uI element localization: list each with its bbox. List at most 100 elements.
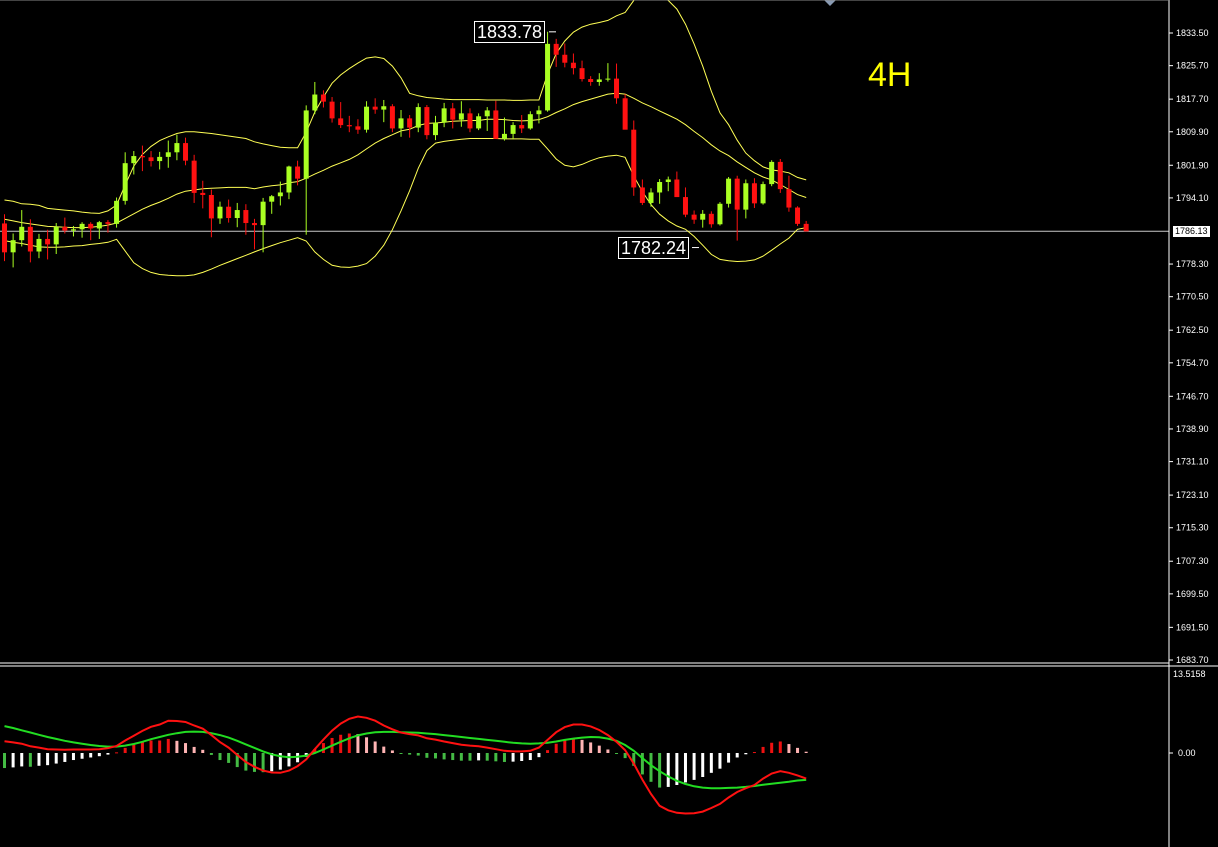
macd-histogram-bar (485, 753, 489, 761)
candle-body (165, 152, 171, 157)
macd-histogram-bar (520, 753, 524, 761)
macd-histogram-bar (347, 733, 351, 753)
candle-body (226, 206, 232, 219)
macd-histogram-bar (468, 753, 472, 761)
candle-body (269, 196, 275, 202)
macd-histogram-bar (494, 753, 498, 762)
macd-histogram-bar (623, 753, 627, 759)
price-tick-label: 1754.70 (1176, 358, 1209, 368)
candle-body (717, 203, 723, 225)
macd-histogram-bar (683, 753, 687, 783)
candle-body (183, 143, 189, 161)
candle-body (364, 106, 370, 130)
price-tick-label: 1817.70 (1176, 94, 1209, 104)
macd-histogram-bar (528, 753, 532, 761)
candle-body (622, 98, 628, 130)
macd-histogram-bar (511, 753, 515, 762)
macd-histogram-bar (744, 753, 748, 755)
candle-body (53, 226, 59, 245)
candle-body (19, 226, 25, 241)
candle-body (191, 160, 197, 193)
candle-body (96, 222, 102, 229)
candle-body (639, 187, 645, 203)
candle-body (27, 226, 33, 252)
high-price-label: 1833.78 (474, 21, 546, 43)
candle-body (467, 113, 473, 129)
macd-histogram-bar (149, 740, 153, 753)
macd-histogram-bar (46, 753, 50, 766)
candle-body (62, 226, 68, 231)
candle-body (79, 223, 85, 230)
candle-body (88, 223, 94, 229)
candle-body (510, 125, 516, 134)
macd-histogram-bar (123, 747, 127, 753)
macd-histogram-bar (796, 747, 800, 753)
candle-body (441, 108, 447, 123)
candle-body (346, 125, 352, 127)
macd-histogram-bar (3, 753, 6, 769)
macd-histogram-bar (252, 753, 256, 772)
macd-histogram-bar (554, 743, 558, 753)
macd-histogram-bar (692, 753, 696, 780)
candle-body (277, 192, 283, 197)
macd-histogram-bar (571, 738, 575, 753)
macd-histogram-bar (451, 753, 455, 761)
candle-body (243, 210, 249, 224)
candle-body (407, 118, 413, 128)
macd-histogram-bar (502, 753, 506, 762)
candle-body (114, 200, 120, 224)
candle-body (760, 184, 766, 204)
macd-histogram-bar (63, 753, 67, 762)
candle-body (605, 78, 611, 80)
indicator-zero-label: 0.00 (1178, 748, 1196, 758)
candle-body (338, 118, 344, 126)
candle-body (295, 166, 301, 179)
macd-histogram-bar (28, 753, 32, 767)
candle-body (553, 43, 559, 55)
candle-body (355, 126, 361, 130)
macd-histogram-bar (20, 753, 24, 767)
candle-body (174, 143, 180, 153)
macd-histogram-bar (416, 753, 420, 756)
price-tick-label: 1699.50 (1176, 589, 1209, 599)
candle-body (527, 114, 533, 129)
macd-histogram-bar (54, 753, 58, 764)
macd-histogram-bar (770, 742, 774, 753)
macd-histogram-bar (442, 753, 446, 760)
macd-histogram-bar (752, 752, 756, 754)
chart-background (0, 0, 1218, 847)
macd-histogram-bar (365, 737, 369, 753)
candle-body (579, 68, 585, 80)
macd-histogram-bar (615, 753, 619, 754)
macd-histogram-bar (175, 740, 179, 753)
candle-body (70, 229, 76, 231)
candle-body (596, 79, 602, 82)
macd-histogram-bar (477, 753, 481, 761)
macd-histogram-bar (718, 753, 722, 769)
macd-histogram-bar (761, 746, 765, 753)
candle-body (803, 223, 809, 232)
price-tick-label: 1738.90 (1176, 424, 1209, 434)
candle-body (36, 238, 42, 252)
macd-histogram-bar (727, 753, 731, 763)
macd-histogram-bar (192, 746, 196, 753)
candle-body (45, 238, 51, 245)
candle-body (682, 197, 688, 215)
trading-chart: 1833.50 1825.70 1817.70 1809.90 1801.90 1794.… (0, 0, 1218, 847)
macd-histogram-bar (709, 753, 713, 773)
macd-histogram-bar (158, 740, 162, 753)
price-tick-label: 1809.90 (1176, 127, 1209, 137)
macd-histogram-bar (537, 753, 541, 758)
macd-histogram-bar (589, 742, 593, 753)
candle-body (631, 129, 637, 188)
macd-histogram-bar (459, 753, 463, 761)
candle-body (493, 110, 499, 139)
price-tick-label: 1833.50 (1176, 28, 1209, 38)
candle-body (795, 207, 801, 224)
candle-body (769, 161, 775, 185)
candle-body (691, 214, 697, 220)
macd-histogram-bar (89, 753, 93, 758)
macd-histogram-bar (97, 753, 101, 757)
price-tick-label: 1770.50 (1176, 292, 1209, 302)
candle-body (2, 223, 7, 253)
